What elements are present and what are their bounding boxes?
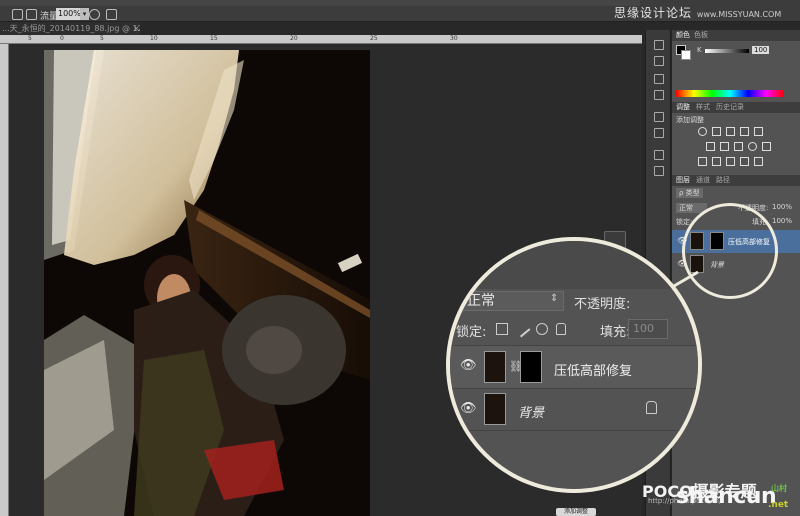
ruler-left [0, 44, 9, 516]
magnifier-callout: 正常 ⇕ 不透明度: 锁定: 填充: 100 👁 ⛓ 压低高部修复 👁 背景 [446, 237, 702, 493]
layer-lock-icon [646, 401, 657, 414]
lock-transparent-icon[interactable] [496, 323, 508, 335]
tab-adjustments[interactable]: 调整 [676, 102, 690, 113]
color-ramp[interactable] [676, 90, 784, 97]
tab-layers[interactable]: 图层 [676, 175, 690, 186]
lock-pixels-icon[interactable] [513, 320, 531, 338]
brush-preset-icon[interactable] [12, 9, 23, 20]
photo-image[interactable] [44, 50, 370, 516]
magnified-opacity-label: 不透明度: [574, 297, 631, 312]
blend-mode-arrow-icon[interactable]: ⇕ [550, 293, 558, 304]
vibrance-icon[interactable] [754, 127, 763, 136]
watermark-top: 思缘设计论坛 www.MISSYUAN.COM [614, 4, 781, 21]
magnified-layer-row[interactable]: 👁 ⛓ 压低高部修复 [450, 345, 698, 389]
lock-position-icon[interactable] [536, 323, 548, 335]
magnified-blend-mode[interactable]: 正常 [456, 291, 564, 311]
photo-filter-icon[interactable] [748, 142, 757, 151]
clone-source-icon[interactable] [654, 90, 664, 100]
document-tab[interactable]: ...天_永恒的_20140119_88.jpg @ 12.5%(RGB/8) [0, 22, 140, 35]
tab-channels[interactable]: 通道 [696, 175, 710, 186]
ruler-tick: 5 [100, 35, 104, 42]
history-icon[interactable] [654, 40, 664, 50]
ruler-top: 5 0 5 10 15 20 25 30 [0, 35, 642, 44]
exposure-icon[interactable] [740, 127, 749, 136]
color-k-label: K [697, 46, 702, 54]
watermark-top-en: www.MISSYUAN.COM [696, 10, 782, 19]
magnified-layer-row[interactable]: 👁 背景 [450, 389, 698, 431]
ruler-tick: 30 [450, 35, 458, 42]
k-slider[interactable] [705, 49, 749, 53]
navigator-icon[interactable] [654, 166, 664, 176]
tab-paths[interactable]: 路径 [716, 175, 730, 186]
photo-illustration [44, 50, 370, 516]
brush-panel-icon[interactable] [654, 74, 664, 84]
threshold-icon[interactable] [726, 157, 735, 166]
color-panel-tabs: 颜色 色板 [672, 30, 800, 41]
character-icon[interactable] [654, 112, 664, 122]
levels-icon[interactable] [712, 127, 721, 136]
flow-dropdown[interactable]: ▾ [80, 8, 89, 20]
brightness-icon[interactable] [698, 127, 707, 136]
lock-all-icon[interactable] [556, 323, 566, 335]
tab-swatches[interactable]: 色板 [694, 30, 708, 41]
layer-filter[interactable]: ρ 类型 [676, 188, 703, 198]
layer-name[interactable]: 压低高部修复 [554, 360, 632, 379]
paragraph-icon[interactable] [654, 128, 664, 138]
color-k-value[interactable]: 100 [752, 46, 770, 54]
layer-name[interactable]: 背景 [518, 402, 544, 421]
ruler-tick: 0 [60, 35, 64, 42]
menu-strip [0, 0, 640, 6]
actions-icon[interactable] [654, 56, 664, 66]
visibility-eye-icon[interactable]: 👁 [460, 401, 477, 416]
ruler-tick: 20 [290, 35, 298, 42]
add-adjustment-tooltip: 添加调整 [556, 508, 596, 516]
layer-mask-thumbnail[interactable] [520, 351, 542, 383]
ruler-tick: 10 [150, 35, 158, 42]
pressure-icon[interactable] [89, 9, 100, 20]
info-icon[interactable] [654, 150, 664, 160]
airbrush-icon[interactable] [26, 9, 37, 20]
pen-pressure-icon[interactable] [106, 9, 117, 20]
tab-history[interactable]: 历史记录 [716, 102, 744, 113]
flow-input[interactable]: 100% [56, 8, 81, 20]
magnified-fill-label: 填充: [600, 325, 631, 340]
shancun-cn: 山村 [771, 484, 787, 493]
magnified-lock-label: 锁定: [456, 325, 487, 340]
tab-close-icon[interactable]: × [133, 22, 140, 35]
adjust-title: 添加调整 [676, 116, 704, 124]
shancun-watermark: shancun [676, 484, 777, 509]
tab-styles[interactable]: 样式 [696, 102, 710, 113]
color-balance-icon[interactable] [720, 142, 729, 151]
opacity-value[interactable]: 100% [772, 203, 792, 211]
shancun-domain: .net [768, 500, 789, 510]
fill-value[interactable]: 100% [772, 217, 792, 225]
hue-saturation-icon[interactable] [706, 142, 715, 151]
black-white-icon[interactable] [734, 142, 743, 151]
ruler-tick: 5 [28, 35, 32, 42]
background-swatch[interactable] [681, 50, 691, 60]
photoshop-window: 流量: 100% ▾ 思缘设计论坛 www.MISSYUAN.COM ...天_… [0, 0, 800, 516]
invert-icon[interactable] [698, 157, 707, 166]
posterize-icon[interactable] [712, 157, 721, 166]
adjust-panel-tabs: 调整 样式 历史记录 [672, 102, 800, 113]
channel-mixer-icon[interactable] [762, 142, 771, 151]
ruler-tick: 15 [210, 35, 218, 42]
gradient-map-icon[interactable] [740, 157, 749, 166]
visibility-eye-icon[interactable]: 👁 [460, 358, 477, 373]
ruler-tick: 25 [370, 35, 378, 42]
layer-thumbnail [484, 351, 506, 383]
watermark-top-cn: 思缘设计论坛 [614, 6, 693, 20]
tab-color[interactable]: 颜色 [676, 30, 690, 41]
layer-thumbnail [484, 393, 506, 425]
magnified-fill-value[interactable]: 100 [628, 319, 668, 339]
magnifier-filter-bar [450, 241, 698, 289]
layers-panel-tabs: 图层 通道 路径 [672, 175, 800, 186]
curves-icon[interactable] [726, 127, 735, 136]
selective-color-icon[interactable] [754, 157, 763, 166]
